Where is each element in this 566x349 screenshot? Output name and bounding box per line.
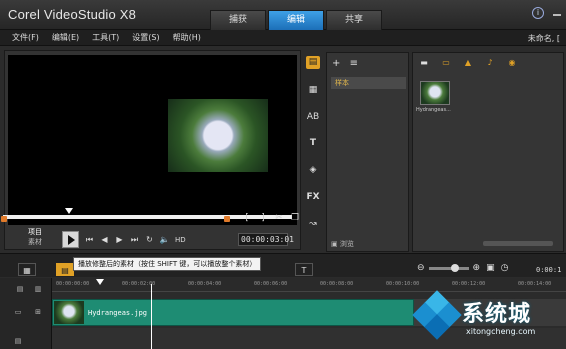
ruler-tick: 00:00:12:00 [452,281,486,287]
watermark-text: 系统城 [462,302,532,327]
trim-toolbar: [ ] ✂ ❐ [240,212,304,224]
storyboard-view-button[interactable]: ▦ [18,263,36,276]
media-item-name: Hydrangeas... [416,107,451,113]
watermark-url: xitongcheng.com [466,327,536,336]
mode-clip[interactable]: 素材 [28,237,42,247]
clip-label: Hydrangeas.jpg [88,309,148,317]
folder-sample[interactable]: 样本 [331,77,406,89]
library-toolbar: + ≡ [332,58,358,69]
instant-project-icon[interactable]: ▦ [306,84,320,97]
end-icon[interactable]: ⏭ [128,234,141,246]
hd-preview-button[interactable]: HD [175,236,186,244]
folder-icon[interactable]: ▬ [417,57,431,69]
library-category-bar: ▤ ▦ AB T ◈ FX ↝ [302,52,324,252]
project-name: 未命名, [ [527,34,560,43]
preview-screen[interactable] [8,55,297,225]
title-track-button[interactable]: T [295,263,313,276]
zoom-out-icon[interactable]: ⊖ [417,263,425,273]
preview-image [168,99,268,172]
timeline-view-button[interactable]: ▤ [56,263,74,276]
mode-project[interactable]: 项目 [28,227,42,237]
path-icon[interactable]: ↝ [306,218,320,231]
list-icon[interactable]: ≡ [350,58,358,69]
repeat-icon[interactable]: ↻ [143,234,156,246]
volume-icon[interactable]: 🔈 [158,234,171,246]
track-headers: ▤ ▥ ▭ ⊞ ▤ [0,278,52,349]
photo-filter-icon[interactable]: ▲ [461,57,475,69]
add-folder-icon[interactable]: + [332,58,340,69]
clock-icon[interactable]: ◷ [501,263,509,273]
app-title: Corel VideoStudio X8 [8,7,137,22]
menu-settings[interactable]: 设置(S) [132,32,159,43]
menu-tools[interactable]: 工具(T) [92,32,119,43]
track-manager-icon[interactable]: ▤ [14,284,26,294]
scrubber-handle[interactable] [65,208,73,214]
copy-icon[interactable]: ❐ [288,212,302,224]
browse-icon: ▣ [331,240,340,248]
play-button[interactable] [62,231,79,248]
menu-bar: 文件(F) 编辑(E) 工具(T) 设置(S) 帮助(H) 未命名, [ [0,30,566,46]
mode-selector: 项目 素材 [28,227,42,247]
browse-button[interactable]: ▣ 浏览 [331,239,354,249]
menu-file[interactable]: 文件(F) [12,32,39,43]
zoom-control: ⊖ ⊕ ▣ ◷ [417,263,508,273]
ruler-tick: 00:00:04:00 [188,281,222,287]
home-icon[interactable]: ⏮ [83,234,96,246]
tab-capture[interactable]: 捕获 [210,10,266,30]
minimize-icon[interactable] [551,7,563,19]
split-icon[interactable]: ✂ [272,212,286,224]
playhead-handle[interactable] [96,279,104,285]
ruler-tick: 00:00:00:00 [56,281,90,287]
trim-start-handle[interactable] [1,216,7,222]
browse-label: 浏览 [339,240,354,248]
media-scrollbar[interactable] [483,241,553,246]
ruler-tick: 00:00:08:00 [320,281,354,287]
workspace-tabs: 捕获 编辑 共享 [210,10,384,30]
playhead-line[interactable] [151,284,152,349]
ripple-icon[interactable]: ⊞ [32,307,44,317]
media-library: ▬ ▭ ▲ ♪ ◉ Hydrangeas... [412,52,564,252]
library-folders: + ≡ 样本 ▣ 浏览 [326,52,409,252]
media-thumbnail[interactable] [420,81,450,105]
sort-icon[interactable]: ◉ [505,57,519,69]
watermark: 系统城 xitongcheng.com [412,290,564,346]
timecode-display[interactable]: 00:00:03:01 [238,233,294,246]
fx-icon[interactable]: FX [306,191,320,204]
watermark-logo [412,290,462,340]
overlay-track-icon[interactable]: ▤ [12,336,24,346]
tooltip: 播放修整后的素材（按住 SHIFT 键，可以播放整个素材） [73,257,262,271]
graphic-icon[interactable]: ◈ [306,164,320,177]
next-frame-icon[interactable]: ▶ [113,234,126,246]
title-icon[interactable]: T [306,137,320,150]
title-bar: Corel VideoStudio X8 捕获 编辑 共享 i [0,0,566,30]
zoom-slider[interactable] [428,263,469,272]
clip-thumbnail [54,301,84,324]
zoom-knob[interactable] [450,263,459,272]
timeline-duration: 0:00:1 [536,266,562,274]
prev-frame-icon[interactable]: ◀ [98,234,111,246]
transition-icon[interactable]: AB [306,111,320,124]
audio-filter-icon[interactable]: ♪ [483,57,497,69]
info-icon[interactable]: i [532,7,544,19]
ruler-tick: 00:00:14:00 [518,281,552,287]
tab-share[interactable]: 共享 [326,10,382,30]
trim-end-handle[interactable] [224,216,230,222]
ruler-tick: 00:00:06:00 [254,281,288,287]
menu-help[interactable]: 帮助(H) [173,32,201,43]
menu-edit[interactable]: 编辑(E) [52,32,79,43]
transport-controls: ⏮ ◀ ▶ ⏭ ↻ 🔈 HD [62,231,186,248]
track-lock-icon[interactable]: ▥ [32,284,44,294]
tab-edit[interactable]: 编辑 [268,10,324,30]
zoom-in-icon[interactable]: ⊕ [473,263,481,273]
media-toolbar: ▬ ▭ ▲ ♪ ◉ [417,57,527,69]
video-track-icon[interactable]: ▭ [12,307,24,317]
video-filter-icon[interactable]: ▭ [439,57,453,69]
media-icon[interactable]: ▤ [306,56,320,69]
ruler-tick: 00:00:10:00 [386,281,420,287]
mark-in-icon[interactable]: [ [240,212,254,224]
mark-out-icon[interactable]: ] [256,212,270,224]
fit-icon[interactable]: ▣ [486,263,495,273]
